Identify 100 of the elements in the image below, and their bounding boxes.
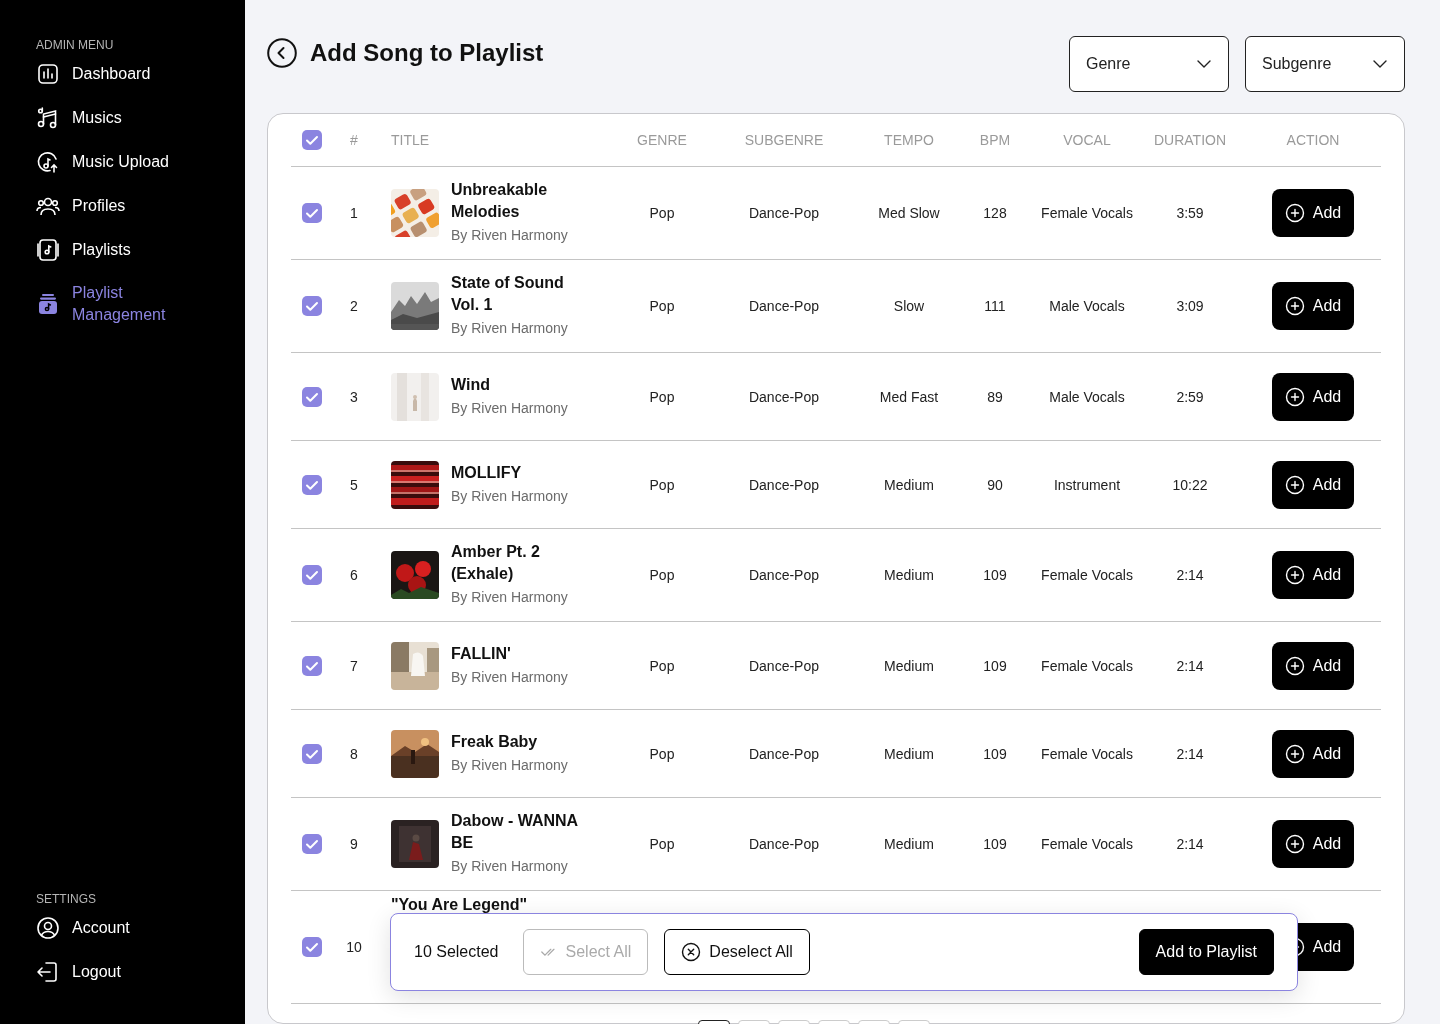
column-header: TEMPO (883, 132, 935, 148)
row-number: 3 (349, 388, 359, 405)
table-cell-text: Dance-Pop (747, 298, 820, 314)
table-cell-text: Medium (883, 567, 935, 583)
table-cell-text: Slow (892, 298, 926, 314)
table-cell-text: Dance-Pop (747, 205, 820, 221)
artist-name: By Riven Harmony (451, 667, 568, 687)
table-cell-text: 109 (982, 745, 1008, 762)
table-cell-text: Dance-Pop (747, 476, 820, 493)
table-cell-text: 109 (982, 836, 1008, 852)
sidebar-item[interactable]: Playlists (36, 238, 245, 262)
column-header: GENRE (636, 132, 688, 148)
checkbox[interactable] (302, 203, 322, 223)
table-cell-text: 90 (986, 476, 1004, 493)
checkbox[interactable] (302, 386, 322, 407)
plus-circle-icon (1284, 655, 1305, 676)
table-cell-text: 111 (983, 298, 1007, 314)
add-button[interactable]: Add (1272, 820, 1354, 868)
table-cell-text: Male Vocals (1048, 298, 1126, 314)
back-icon[interactable] (267, 38, 297, 68)
row-number: 5 (349, 476, 359, 493)
table-cell-text: Pop (648, 388, 676, 405)
sidebar-item[interactable]: Musics (36, 106, 245, 130)
plus-circle-icon (1284, 296, 1305, 316)
table-cell-text: 3:09 (1175, 298, 1205, 314)
table-cell-text: Medium (883, 476, 935, 493)
table-cell-text: Female Vocals (1040, 836, 1134, 852)
song-title: State of Sound Vol. 1 (451, 273, 565, 315)
row-number: 10 (345, 939, 363, 955)
sidebar-item[interactable]: Profiles (36, 194, 245, 218)
table-cell-text: Female Vocals (1040, 745, 1134, 762)
plus-circle-icon (1284, 743, 1305, 764)
checkbox[interactable] (302, 937, 322, 957)
add-to-playlist-button[interactable]: Add to Playlist (1138, 929, 1274, 975)
row-number: 1 (349, 205, 359, 221)
plus-circle-icon (1284, 834, 1305, 854)
checkbox[interactable] (302, 474, 322, 495)
logout-icon (36, 960, 60, 984)
add-button[interactable]: Add (1272, 729, 1354, 778)
music-upload-icon (36, 150, 60, 174)
song-title: Unbreakable Melodies (451, 180, 549, 222)
artist-name: By Riven Harmony (451, 486, 568, 506)
table-cell-text: 2:59 (1175, 388, 1205, 405)
song-title: "You Are Legend" (391, 895, 528, 915)
table-cell-text: 128 (982, 205, 1008, 221)
row-number: 2 (349, 298, 359, 314)
song-title: Freak Baby (451, 731, 539, 752)
user-circle-icon (36, 916, 60, 940)
song-title: FALLIN' (451, 643, 512, 664)
table-cell-text: Dance-Pop (747, 657, 820, 674)
row-number: 8 (349, 745, 359, 762)
table-cell-text: Pop (648, 476, 676, 493)
checkbox[interactable] (302, 296, 322, 316)
plus-circle-icon (1284, 474, 1305, 495)
add-button[interactable]: Add (1272, 189, 1354, 237)
checkbox[interactable] (302, 743, 322, 764)
add-button[interactable]: Add (1272, 551, 1354, 599)
table-cell-text: Med Fast (878, 388, 940, 405)
table-cell-text: 2:14 (1175, 657, 1205, 674)
song-title: Dabow - WANNA BE (451, 811, 579, 853)
row-number: 7 (349, 657, 359, 674)
checkbox[interactable] (302, 130, 322, 150)
deselect-all-button[interactable]: Deselect All (664, 929, 810, 975)
add-button[interactable]: Add (1272, 372, 1354, 421)
table-cell-text: Pop (648, 567, 676, 583)
filter-dropdown[interactable]: Subgenre (1245, 36, 1405, 92)
table-cell-text: 3:59 (1175, 205, 1205, 221)
table-cell-text: 2:14 (1175, 836, 1205, 852)
plus-circle-icon (1284, 203, 1305, 223)
sidebar-item[interactable]: Music Upload (36, 150, 245, 174)
page-title: Add Song to Playlist (310, 39, 544, 67)
sidebar-item[interactable]: Account (36, 916, 245, 940)
table-cell-text: Medium (883, 657, 935, 674)
table-cell-text: Med Slow (877, 205, 941, 221)
column-header: VOCAL (1062, 132, 1112, 148)
table-cell-text: Dance-Pop (747, 836, 820, 852)
sidebar-item[interactable]: Playlist Management (36, 282, 245, 326)
add-button[interactable]: Add (1272, 641, 1354, 690)
table-cell-text: Dance-Pop (747, 745, 820, 762)
column-header: TITLE (390, 132, 431, 148)
section-heading: SETTINGS (36, 892, 97, 906)
checkbox[interactable] (302, 834, 322, 854)
filter-dropdown[interactable]: Genre (1069, 36, 1229, 92)
plus-circle-icon (1284, 386, 1305, 407)
sidebar-item[interactable]: Logout (36, 960, 245, 984)
table-cell-text: Male Vocals (1048, 388, 1126, 405)
row-number: 6 (349, 567, 359, 583)
music-square-icon (36, 238, 60, 262)
column-header: BPM (978, 132, 1012, 148)
checkbox[interactable] (302, 565, 322, 585)
checkbox[interactable] (302, 655, 322, 676)
add-button[interactable]: Add (1272, 460, 1354, 509)
column-header: ACTION (1285, 132, 1341, 148)
table-cell-text: 109 (982, 657, 1008, 674)
add-button[interactable]: Add (1272, 282, 1354, 330)
section-heading: ADMIN MENU (36, 38, 115, 52)
sidebar-item[interactable]: Dashboard (36, 62, 245, 86)
table-cell-text: Medium (883, 745, 935, 762)
table-cell-text: 89 (986, 388, 1004, 405)
song-title: Wind (451, 374, 491, 395)
